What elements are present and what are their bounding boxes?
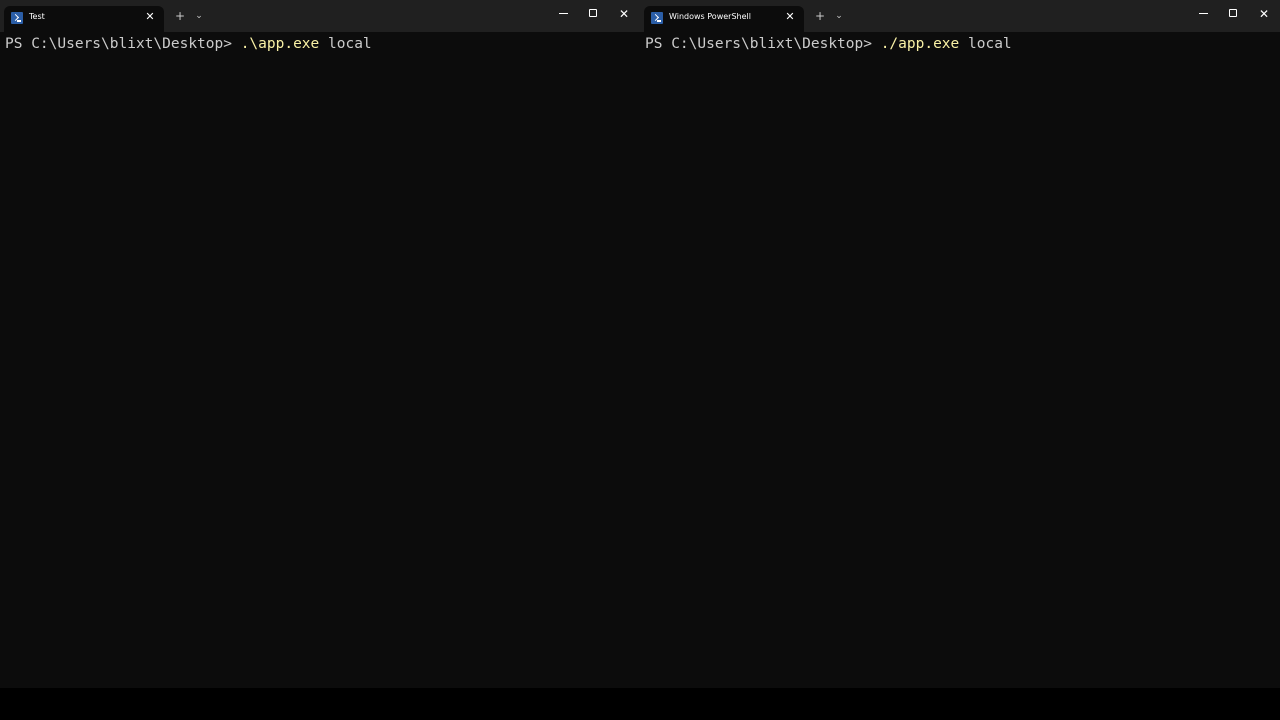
maximize-icon (589, 9, 597, 17)
maximize-button[interactable] (1218, 0, 1248, 28)
title-bar[interactable]: Test ✕ + ⌄ ✕ (0, 0, 640, 32)
minimize-button[interactable] (1188, 0, 1218, 28)
terminal-window-left: Test ✕ + ⌄ ✕ PS C:\Users\blixt\Desktop> … (0, 0, 640, 688)
title-bar[interactable]: Windows PowerShell ✕ + ⌄ ✕ (640, 0, 1280, 32)
command-args: local (319, 36, 372, 52)
close-icon: ✕ (618, 7, 630, 21)
prompt-text: PS C:\Users\blixt\Desktop> (5, 36, 241, 52)
close-icon[interactable]: ✕ (142, 9, 158, 25)
plus-icon[interactable]: + (173, 9, 187, 23)
chevron-down-icon[interactable]: ⌄ (833, 9, 845, 23)
bottom-strip (0, 688, 1280, 720)
prompt-line: PS C:\Users\blixt\Desktop> ./app.exe loc… (645, 34, 1275, 54)
terminal-window-right: Windows PowerShell ✕ + ⌄ ✕ PS C:\Users\b… (640, 0, 1280, 688)
minimize-icon (1198, 12, 1208, 14)
minimize-button[interactable] (548, 0, 578, 28)
prompt-text: PS C:\Users\blixt\Desktop> (645, 36, 881, 52)
plus-icon[interactable]: + (813, 9, 827, 23)
terminal-output[interactable]: PS C:\Users\blixt\Desktop> ./app.exe loc… (640, 32, 1280, 688)
close-window-button[interactable]: ✕ (609, 0, 639, 28)
command-args: local (959, 36, 1012, 52)
powershell-icon (11, 12, 23, 24)
terminal-output[interactable]: PS C:\Users\blixt\Desktop> .\app.exe loc… (0, 32, 640, 688)
tab-windows-powershell[interactable]: Windows PowerShell ✕ (644, 6, 804, 32)
close-icon[interactable]: ✕ (782, 9, 798, 25)
close-window-button[interactable]: ✕ (1249, 0, 1279, 28)
command-text: ./app.exe (880, 36, 960, 52)
tab-title: Windows PowerShell (669, 12, 751, 21)
close-icon: ✕ (1258, 7, 1270, 21)
maximize-button[interactable] (578, 0, 608, 28)
tab-title: Test (29, 12, 45, 21)
tab-test[interactable]: Test ✕ (4, 6, 164, 32)
minimize-icon (558, 12, 568, 14)
command-text: .\app.exe (240, 36, 320, 52)
maximize-icon (1229, 9, 1237, 17)
prompt-line: PS C:\Users\blixt\Desktop> .\app.exe loc… (5, 34, 635, 54)
desktop: Test ✕ + ⌄ ✕ PS C:\Users\blixt\Desktop> … (0, 0, 1280, 720)
powershell-icon (651, 12, 663, 24)
chevron-down-icon[interactable]: ⌄ (193, 9, 205, 23)
